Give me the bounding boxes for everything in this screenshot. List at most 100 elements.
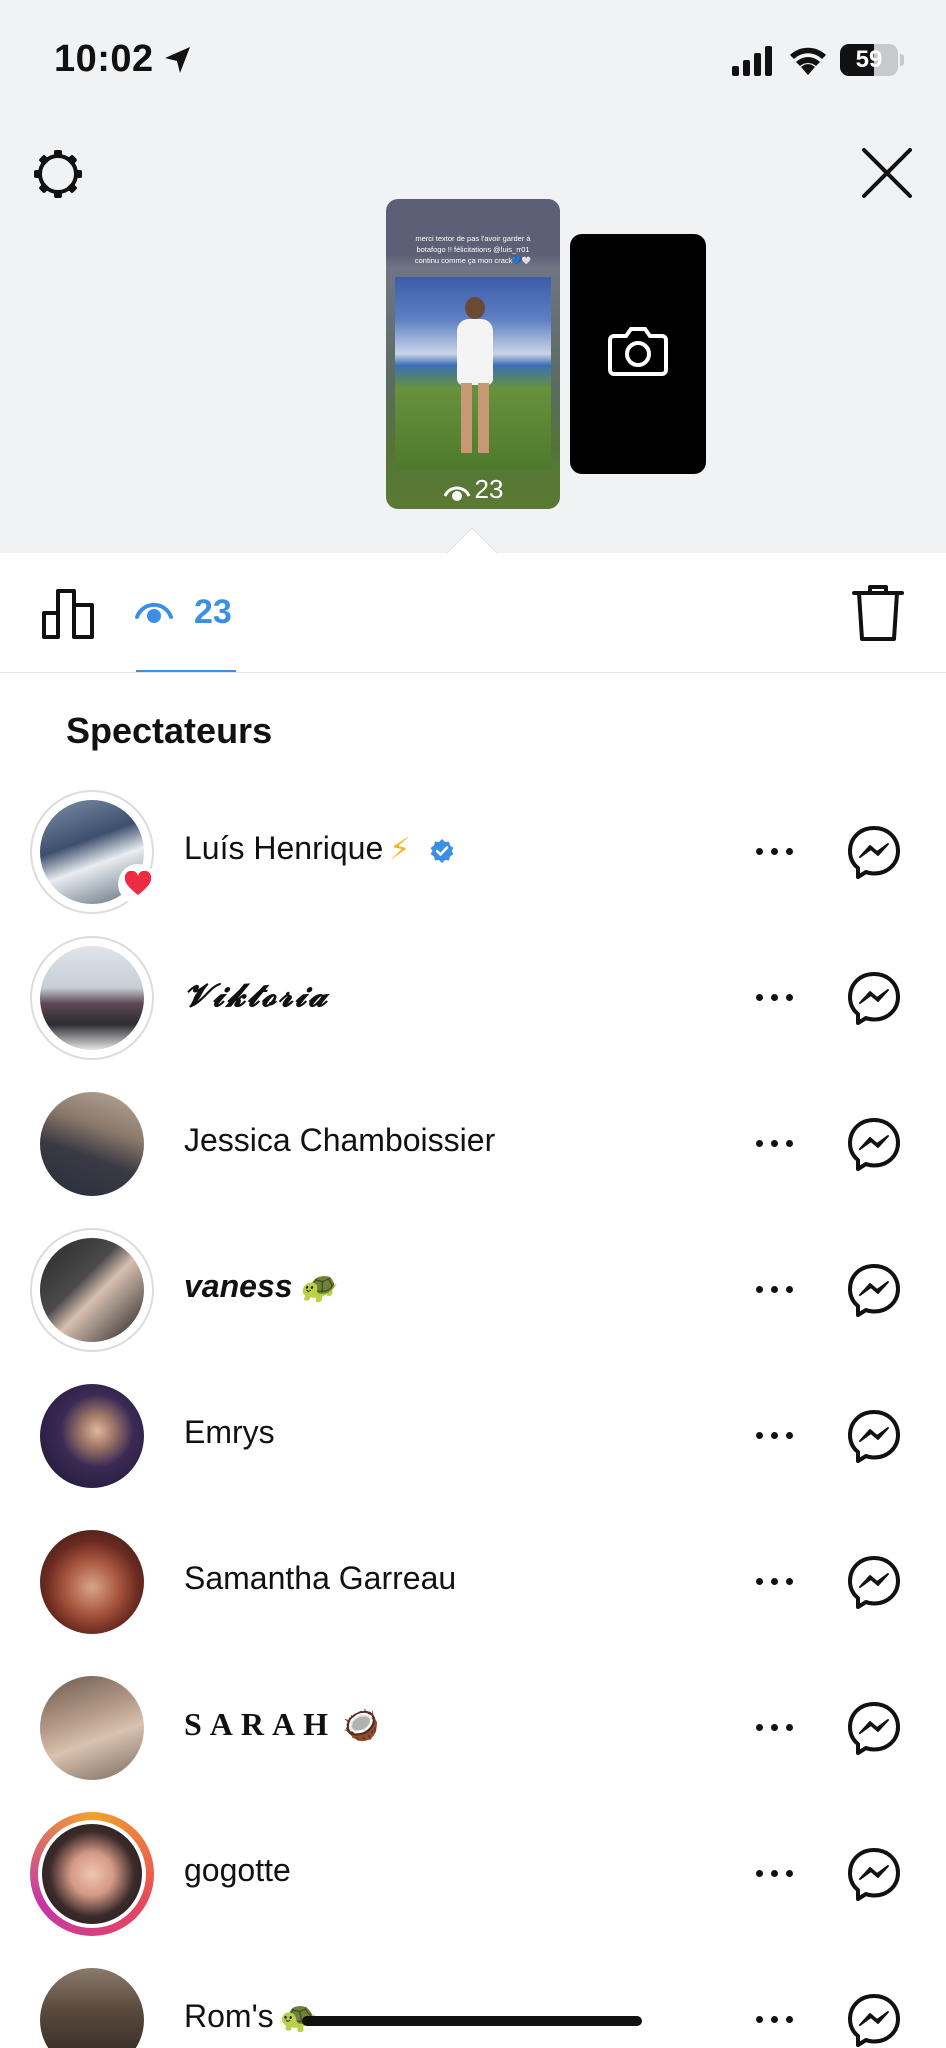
- viewer-row[interactable]: SARAH 🥥: [0, 1656, 946, 1802]
- more-options-button[interactable]: [756, 1268, 806, 1308]
- cellular-signal-icon: [732, 46, 772, 76]
- battery-indicator: 59: [840, 44, 898, 76]
- story-thumbnail[interactable]: merci textor de pas l'avoir garder à bot…: [386, 199, 560, 509]
- viewer-emoji: 🐢: [298, 1271, 336, 1304]
- insights-chart-icon[interactable]: [40, 585, 96, 641]
- eye-icon: [443, 486, 470, 502]
- viewer-username: Emrys: [184, 1414, 275, 1450]
- avatar-image: [38, 1820, 146, 1928]
- viewer-username: 𝓥𝓲𝓴𝓽𝓸𝓻𝓲𝓪: [184, 976, 330, 1014]
- camera-icon: [608, 327, 668, 376]
- avatar-image: [40, 1530, 144, 1634]
- battery-percent: 59: [855, 46, 883, 73]
- home-indicator[interactable]: [302, 2016, 642, 2026]
- viewer-row[interactable]: Rom's 🐢: [0, 1948, 946, 2048]
- more-options-button[interactable]: [756, 976, 806, 1016]
- more-options-button[interactable]: [756, 1560, 806, 1600]
- avatar-image: [40, 1676, 144, 1780]
- avatar[interactable]: [30, 1228, 154, 1352]
- story-caption: merci textor de pas l'avoir garder à bot…: [414, 234, 532, 265]
- tab-viewers[interactable]: 23: [134, 583, 238, 649]
- like-badge: [118, 864, 158, 904]
- messenger-icon[interactable]: [846, 970, 902, 1026]
- messenger-icon[interactable]: [846, 1992, 902, 2048]
- viewer-name[interactable]: gogotte: [184, 1852, 291, 1889]
- eye-icon: [135, 602, 173, 623]
- more-options-button[interactable]: [756, 830, 806, 870]
- more-options-button[interactable]: [756, 1122, 806, 1162]
- active-tab-indicator: [136, 670, 236, 672]
- avatar-image: [40, 1384, 144, 1488]
- wifi-icon: [790, 47, 826, 75]
- avatar[interactable]: [30, 936, 154, 1060]
- messenger-icon[interactable]: [846, 824, 902, 880]
- viewer-username: vaness: [184, 1268, 293, 1304]
- avatar[interactable]: [30, 790, 158, 914]
- viewer-name[interactable]: Luís Henrique ⚡: [184, 830, 455, 867]
- avatar-image: [40, 946, 144, 1050]
- story-tabs: 23: [0, 553, 946, 673]
- trash-icon[interactable]: [850, 583, 906, 643]
- viewer-name[interactable]: vaness 🐢: [184, 1268, 336, 1305]
- avatar-image: [40, 1968, 144, 2048]
- story-preview-area: 10:02 59 merci textor de pas l'avoir gar…: [0, 0, 946, 555]
- settings-gear-icon[interactable]: [30, 146, 86, 202]
- viewer-name[interactable]: 𝓥𝓲𝓴𝓽𝓸𝓻𝓲𝓪: [184, 976, 329, 1015]
- avatar-image: [40, 1238, 144, 1342]
- viewers-count: 23: [194, 593, 232, 631]
- messenger-icon[interactable]: [846, 1846, 902, 1902]
- location-arrow-icon: [165, 47, 190, 73]
- viewer-row[interactable]: gogotte: [0, 1802, 946, 1948]
- player-shirt: [457, 319, 493, 385]
- viewer-row[interactable]: 𝓥𝓲𝓴𝓽𝓸𝓻𝓲𝓪: [0, 926, 946, 1072]
- selection-pointer: [446, 527, 498, 555]
- verified-badge-icon: [430, 838, 454, 863]
- viewer-username: Jessica Chamboissier: [184, 1122, 496, 1158]
- viewer-row[interactable]: Emrys: [0, 1364, 946, 1510]
- avatar-image: [40, 1092, 144, 1196]
- status-time: 10:02: [54, 38, 154, 80]
- more-options-button[interactable]: [756, 1998, 806, 2038]
- story-photo: [395, 277, 551, 469]
- messenger-icon[interactable]: [846, 1554, 902, 1610]
- avatar[interactable]: [30, 1958, 154, 2048]
- story-views-number: 23: [474, 474, 504, 504]
- viewer-row[interactable]: Jessica Chamboissier: [0, 1072, 946, 1218]
- more-options-button[interactable]: [756, 1852, 806, 1892]
- viewer-emoji: ⚡: [389, 833, 411, 866]
- messenger-icon[interactable]: [846, 1408, 902, 1464]
- battery-cap: [900, 54, 904, 66]
- viewer-row[interactable]: Luís Henrique ⚡: [0, 780, 946, 926]
- messenger-icon[interactable]: [846, 1700, 902, 1756]
- viewer-username: Rom's: [184, 1998, 274, 2034]
- close-icon[interactable]: [860, 146, 914, 200]
- messenger-icon[interactable]: [846, 1116, 902, 1172]
- viewer-emoji: 🥥: [342, 1709, 388, 1742]
- heart-icon: [124, 871, 152, 895]
- avatar[interactable]: [30, 1520, 154, 1644]
- viewer-row[interactable]: vaness 🐢: [0, 1218, 946, 1364]
- viewer-username: Samantha Garreau: [184, 1560, 457, 1596]
- viewer-name[interactable]: SARAH 🥥: [184, 1706, 387, 1743]
- viewer-username: Luís Henrique: [184, 830, 384, 866]
- viewer-name[interactable]: Samantha Garreau: [184, 1560, 456, 1597]
- avatar[interactable]: [30, 1666, 154, 1790]
- viewer-username: gogotte: [184, 1852, 291, 1888]
- story-view-count: 23: [386, 474, 560, 505]
- avatar-story-ring[interactable]: [30, 1812, 154, 1936]
- more-options-button[interactable]: [756, 1414, 806, 1454]
- player-head: [465, 297, 485, 319]
- player-legs: [461, 383, 489, 453]
- messenger-icon[interactable]: [846, 1262, 902, 1318]
- viewer-row[interactable]: Samantha Garreau: [0, 1510, 946, 1656]
- viewer-username: SARAH: [184, 1706, 337, 1742]
- more-options-button[interactable]: [756, 1706, 806, 1746]
- add-story-camera-button[interactable]: [570, 234, 706, 474]
- section-title: Spectateurs: [66, 710, 273, 751]
- viewer-name[interactable]: Jessica Chamboissier: [184, 1122, 495, 1159]
- avatar[interactable]: [30, 1082, 154, 1206]
- viewer-name[interactable]: Emrys: [184, 1414, 275, 1451]
- avatar[interactable]: [30, 1374, 154, 1498]
- viewer-name[interactable]: Rom's 🐢: [184, 1998, 317, 2035]
- status-bar: 10:02 59: [0, 0, 946, 120]
